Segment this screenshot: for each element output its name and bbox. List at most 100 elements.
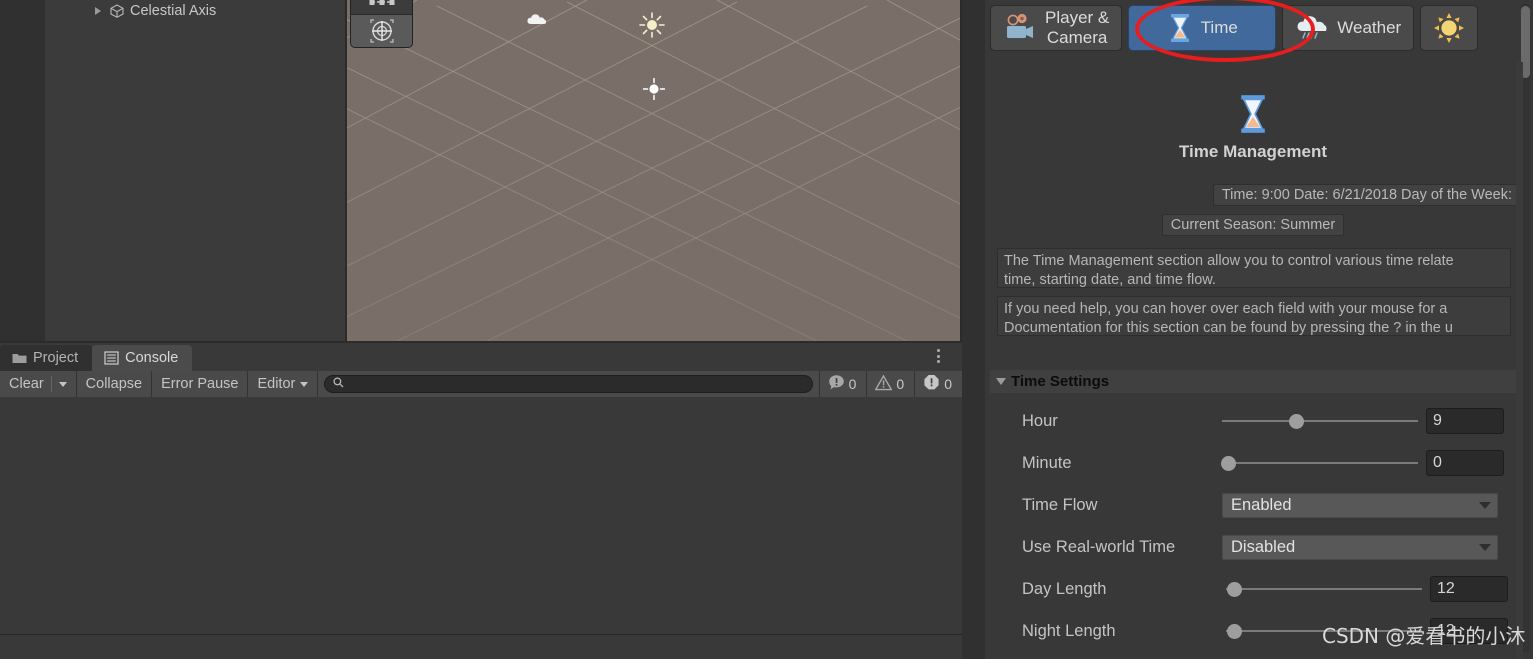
cloud-gizmo[interactable] bbox=[526, 12, 548, 31]
warning-count-value: 0 bbox=[896, 376, 905, 392]
tab-sun[interactable] bbox=[1420, 5, 1479, 51]
rain-cloud-icon bbox=[1295, 13, 1329, 43]
time-settings-fields: Hour 9 Minute 0 Time Flow Enabled Use Re… bbox=[990, 400, 1519, 652]
pivot-center-toggle-button[interactable] bbox=[351, 0, 412, 15]
field-hour: Hour 9 bbox=[990, 400, 1519, 442]
warning-count[interactable]: 0 bbox=[866, 371, 915, 397]
season-status: Current Season: Summer bbox=[1161, 214, 1345, 236]
scene-tool-group bbox=[350, 0, 413, 48]
tab-console-label: Console bbox=[125, 350, 179, 366]
description-box-1: The Time Management section allow you to… bbox=[997, 248, 1511, 288]
console-toolbar: Clear Collapse Error Pause Editor 0 0 0 bbox=[0, 371, 962, 397]
chevron-down-icon bbox=[1479, 543, 1491, 551]
time-flow-dropdown[interactable]: Enabled bbox=[1222, 492, 1498, 518]
day-length-value-field[interactable]: 12 bbox=[1430, 576, 1508, 602]
scene-grid bbox=[347, 0, 960, 341]
slider-knob[interactable] bbox=[1226, 623, 1242, 639]
tab-project[interactable]: Project bbox=[0, 345, 93, 371]
info-count[interactable]: 0 bbox=[818, 371, 867, 397]
description-line: The Time Management section allow you to… bbox=[1004, 253, 1454, 269]
sun-icon[interactable] bbox=[639, 12, 665, 43]
time-settings-title: Time Settings bbox=[1011, 373, 1110, 390]
info-count-value: 0 bbox=[848, 376, 857, 392]
field-day-length: Day Length 12 bbox=[990, 568, 1519, 610]
watermark: CSDN @爱看书的小沐 bbox=[1322, 624, 1526, 648]
point-light-gizmo[interactable] bbox=[642, 77, 666, 105]
hierarchy-panel: Celestial Axis bbox=[45, 0, 345, 341]
triangle-down-icon[interactable] bbox=[996, 378, 1006, 385]
field-hour-label: Hour bbox=[1022, 411, 1058, 430]
field-night-length-label: Night Length bbox=[1022, 621, 1116, 640]
day-length-slider[interactable] bbox=[1226, 579, 1422, 599]
field-time-flow-label: Time Flow bbox=[1022, 495, 1098, 514]
editor-dropdown-button[interactable]: Editor bbox=[248, 371, 319, 397]
tab-time[interactable]: Time bbox=[1128, 5, 1277, 51]
minute-value-field[interactable]: 0 bbox=[1426, 450, 1504, 476]
slider-knob[interactable] bbox=[1289, 413, 1305, 429]
rect-transform-tool-button[interactable] bbox=[351, 15, 412, 47]
player-camera-icon bbox=[1003, 13, 1037, 43]
info-log-icon bbox=[828, 374, 845, 394]
field-use-real-world-time-label: Use Real-world Time bbox=[1022, 537, 1176, 556]
hour-value-field[interactable]: 9 bbox=[1426, 408, 1504, 434]
console-counters: 0 0 0 bbox=[818, 371, 962, 397]
folder-icon bbox=[12, 351, 27, 365]
clear-button[interactable]: Clear bbox=[0, 371, 77, 397]
search-icon bbox=[333, 375, 344, 393]
left-toolbar-gutter bbox=[0, 0, 45, 341]
chevron-down-icon bbox=[1479, 501, 1491, 509]
error-count-value: 0 bbox=[944, 376, 952, 392]
collapse-button[interactable]: Collapse bbox=[76, 371, 153, 397]
divider bbox=[50, 376, 52, 392]
hierarchy-item-label: Celestial Axis bbox=[130, 2, 217, 19]
console-panel: Project Console Clear Collapse Error Pau… bbox=[0, 343, 962, 659]
hierarchy-item-celestial-axis[interactable]: Celestial Axis bbox=[45, 0, 345, 21]
tab-weather[interactable]: Weather bbox=[1282, 5, 1415, 51]
use-real-world-time-dropdown[interactable]: Disabled bbox=[1222, 534, 1498, 560]
chevron-right-icon[interactable] bbox=[93, 5, 105, 17]
tab-weather-label: Weather bbox=[1337, 18, 1402, 37]
description-box-2: If you need help, you can hover over eac… bbox=[997, 296, 1511, 336]
slider-track bbox=[1226, 588, 1422, 590]
slider-knob[interactable] bbox=[1220, 455, 1236, 471]
tab-project-label: Project bbox=[33, 350, 79, 366]
sun-icon bbox=[1433, 13, 1465, 43]
tab-console[interactable]: Console bbox=[92, 345, 193, 371]
move-rotate-gizmo-icon bbox=[369, 19, 394, 43]
time-settings-header[interactable]: Time Settings bbox=[990, 370, 1519, 393]
field-day-length-label: Day Length bbox=[1022, 579, 1107, 598]
time-date-status: Time: 9:00 Date: 6/21/2018 Day of the We… bbox=[1212, 184, 1521, 206]
field-time-flow: Time Flow Enabled bbox=[990, 484, 1519, 526]
description-line: time, starting date, and time flow. bbox=[1004, 271, 1216, 288]
chevron-down-icon[interactable] bbox=[58, 381, 67, 387]
field-use-real-world-time: Use Real-world Time Disabled bbox=[990, 526, 1519, 568]
warning-icon bbox=[874, 374, 893, 394]
error-pause-button[interactable]: Error Pause bbox=[152, 371, 249, 397]
chevron-down-icon[interactable] bbox=[300, 381, 309, 387]
tab-time-label: Time bbox=[1200, 18, 1238, 37]
console-detail-splitter[interactable] bbox=[0, 634, 962, 635]
hourglass-icon bbox=[1167, 13, 1193, 43]
error-count[interactable]: 0 bbox=[914, 371, 962, 397]
status-row-1: Time: 9:00 Date: 6/21/2018 Day of the We… bbox=[985, 184, 1521, 206]
bottom-tab-bar: Project Console bbox=[0, 343, 962, 371]
minute-slider[interactable] bbox=[1220, 453, 1418, 473]
field-minute-label: Minute bbox=[1022, 453, 1072, 472]
tab-player-camera-label: Player & Camera bbox=[1045, 8, 1110, 47]
slider-knob[interactable] bbox=[1226, 581, 1242, 597]
panel-title: Time Management bbox=[1178, 142, 1327, 161]
inspector-left-gutter bbox=[962, 0, 985, 659]
hour-slider[interactable] bbox=[1222, 411, 1418, 431]
hourglass-icon bbox=[985, 94, 1521, 134]
search-input[interactable] bbox=[349, 377, 804, 391]
tab-player-camera[interactable]: Player & Camera bbox=[990, 5, 1123, 51]
status-row-2: Current Season: Summer bbox=[985, 214, 1521, 236]
slider-track bbox=[1222, 420, 1418, 422]
error-pause-button-label: Error Pause bbox=[161, 376, 239, 392]
search-field-wrapper[interactable] bbox=[324, 375, 813, 393]
kebab-menu-icon[interactable] bbox=[930, 347, 946, 365]
scene-view[interactable] bbox=[347, 0, 960, 341]
description-line: If you need help, you can hover over eac… bbox=[1004, 301, 1448, 317]
inner-scroll-track[interactable] bbox=[1516, 62, 1523, 659]
console-search-area bbox=[318, 371, 819, 397]
